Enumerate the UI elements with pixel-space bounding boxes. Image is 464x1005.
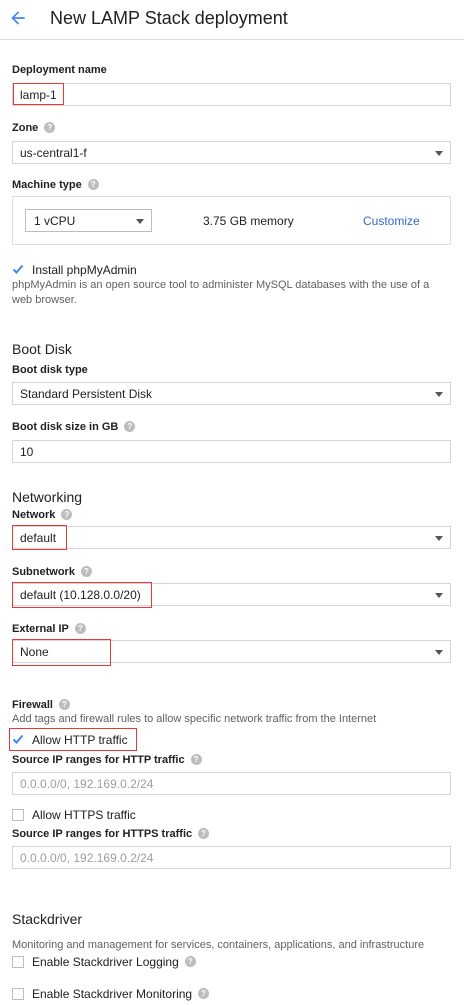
deployment-name-input[interactable]: lamp-1 <box>12 83 451 106</box>
logging-help-icon[interactable]: ? <box>184 956 196 968</box>
chevron-down-icon <box>136 219 144 224</box>
network-help-icon[interactable]: ? <box>61 508 73 520</box>
https-source-ranges-label: Source IP ranges for HTTPS traffic? <box>12 827 210 840</box>
chevron-down-icon <box>435 392 443 397</box>
chevron-down-icon <box>435 650 443 655</box>
boot-disk-type-value: Standard Persistent Disk <box>20 387 153 401</box>
enable-monitoring-checkbox[interactable] <box>12 988 24 1000</box>
zone-label: Zone? <box>12 121 56 134</box>
boot-disk-type-select[interactable]: Standard Persistent Disk <box>12 382 451 405</box>
allow-http-label: Allow HTTP traffic <box>32 733 128 747</box>
boot-disk-type-label: Boot disk type <box>12 364 88 376</box>
deployment-name-label: Deployment name <box>12 64 107 76</box>
enable-logging-label: Enable Stackdriver Logging? <box>32 955 196 969</box>
zone-select[interactable]: us-central1-f <box>12 141 451 164</box>
chevron-down-icon <box>435 536 443 541</box>
machine-type-label: Machine type? <box>12 178 99 191</box>
page-title: New LAMP Stack deployment <box>50 8 288 28</box>
stackdriver-description: Monitoring and management for services, … <box>12 939 425 951</box>
stackdriver-heading: Stackdriver <box>12 911 83 927</box>
https-source-ranges-input[interactable]: 0.0.0.0/0, 192.169.0.2/24 <box>12 846 451 869</box>
https-ranges-help-icon[interactable]: ? <box>198 827 210 839</box>
phpmyadmin-description: phpMyAdmin is an open source tool to adm… <box>12 279 430 306</box>
zone-value: us-central1-f <box>20 146 87 160</box>
external-ip-value: None <box>20 645 49 659</box>
customize-link[interactable]: Customize <box>363 214 420 228</box>
deployment-name-value: lamp-1 <box>20 88 57 102</box>
back-arrow-icon[interactable] <box>8 8 28 28</box>
firewall-help-icon[interactable]: ? <box>58 698 70 710</box>
networking-heading: Networking <box>12 489 83 505</box>
boot-disk-size-value: 10 <box>20 445 34 459</box>
allow-https-checkbox[interactable] <box>12 809 24 821</box>
boot-disk-size-input[interactable]: 10 <box>12 440 451 463</box>
vcpu-select[interactable]: 1 vCPU <box>25 209 152 232</box>
subnetwork-help-icon[interactable]: ? <box>80 565 92 577</box>
network-select[interactable]: default <box>12 526 451 549</box>
external-ip-label: External IP? <box>12 622 86 635</box>
allow-https-label: Allow HTTPS traffic <box>32 808 136 822</box>
external-ip-select[interactable]: None <box>12 640 451 663</box>
enable-logging-checkbox[interactable] <box>12 956 24 968</box>
firewall-label: Firewall? <box>12 698 70 711</box>
chevron-down-icon <box>435 151 443 156</box>
subnetwork-label: Subnetwork? <box>12 565 92 578</box>
memory-value: 3.75 GB memory <box>203 214 294 228</box>
machine-type-help-icon[interactable]: ? <box>87 178 99 190</box>
subnetwork-value: default (10.128.0.0/20) <box>20 588 141 602</box>
install-phpmyadmin-checkbox[interactable] <box>12 263 24 275</box>
external-ip-help-icon[interactable]: ? <box>74 622 86 634</box>
install-phpmyadmin-label: Install phpMyAdmin <box>32 263 137 277</box>
network-label: Network? <box>12 508 73 521</box>
zone-help-icon[interactable]: ? <box>44 121 56 133</box>
allow-http-checkbox[interactable] <box>12 733 24 745</box>
boot-disk-size-help-icon[interactable]: ? <box>124 420 136 432</box>
enable-monitoring-label: Enable Stackdriver Monitoring? <box>32 987 210 1001</box>
chevron-down-icon <box>435 593 443 598</box>
https-source-ranges-placeholder: 0.0.0.0/0, 192.169.0.2/24 <box>20 851 154 865</box>
firewall-description: Add tags and firewall rules to allow spe… <box>12 713 377 725</box>
http-source-ranges-label: Source IP ranges for HTTP traffic? <box>12 753 202 766</box>
boot-disk-heading: Boot Disk <box>12 341 72 357</box>
app-header: New LAMP Stack deployment <box>0 0 464 40</box>
network-value: default <box>20 531 57 545</box>
http-ranges-help-icon[interactable]: ? <box>190 753 202 765</box>
boot-disk-size-label: Boot disk size in GB? <box>12 420 136 433</box>
machine-type-panel: 1 vCPU 3.75 GB memory Customize <box>12 196 451 245</box>
monitoring-help-icon[interactable]: ? <box>198 988 210 1000</box>
vcpu-value: 1 vCPU <box>34 214 76 228</box>
http-source-ranges-input[interactable]: 0.0.0.0/0, 192.169.0.2/24 <box>12 772 451 795</box>
http-source-ranges-placeholder: 0.0.0.0/0, 192.169.0.2/24 <box>20 777 154 791</box>
subnetwork-select[interactable]: default (10.128.0.0/20) <box>12 583 451 606</box>
